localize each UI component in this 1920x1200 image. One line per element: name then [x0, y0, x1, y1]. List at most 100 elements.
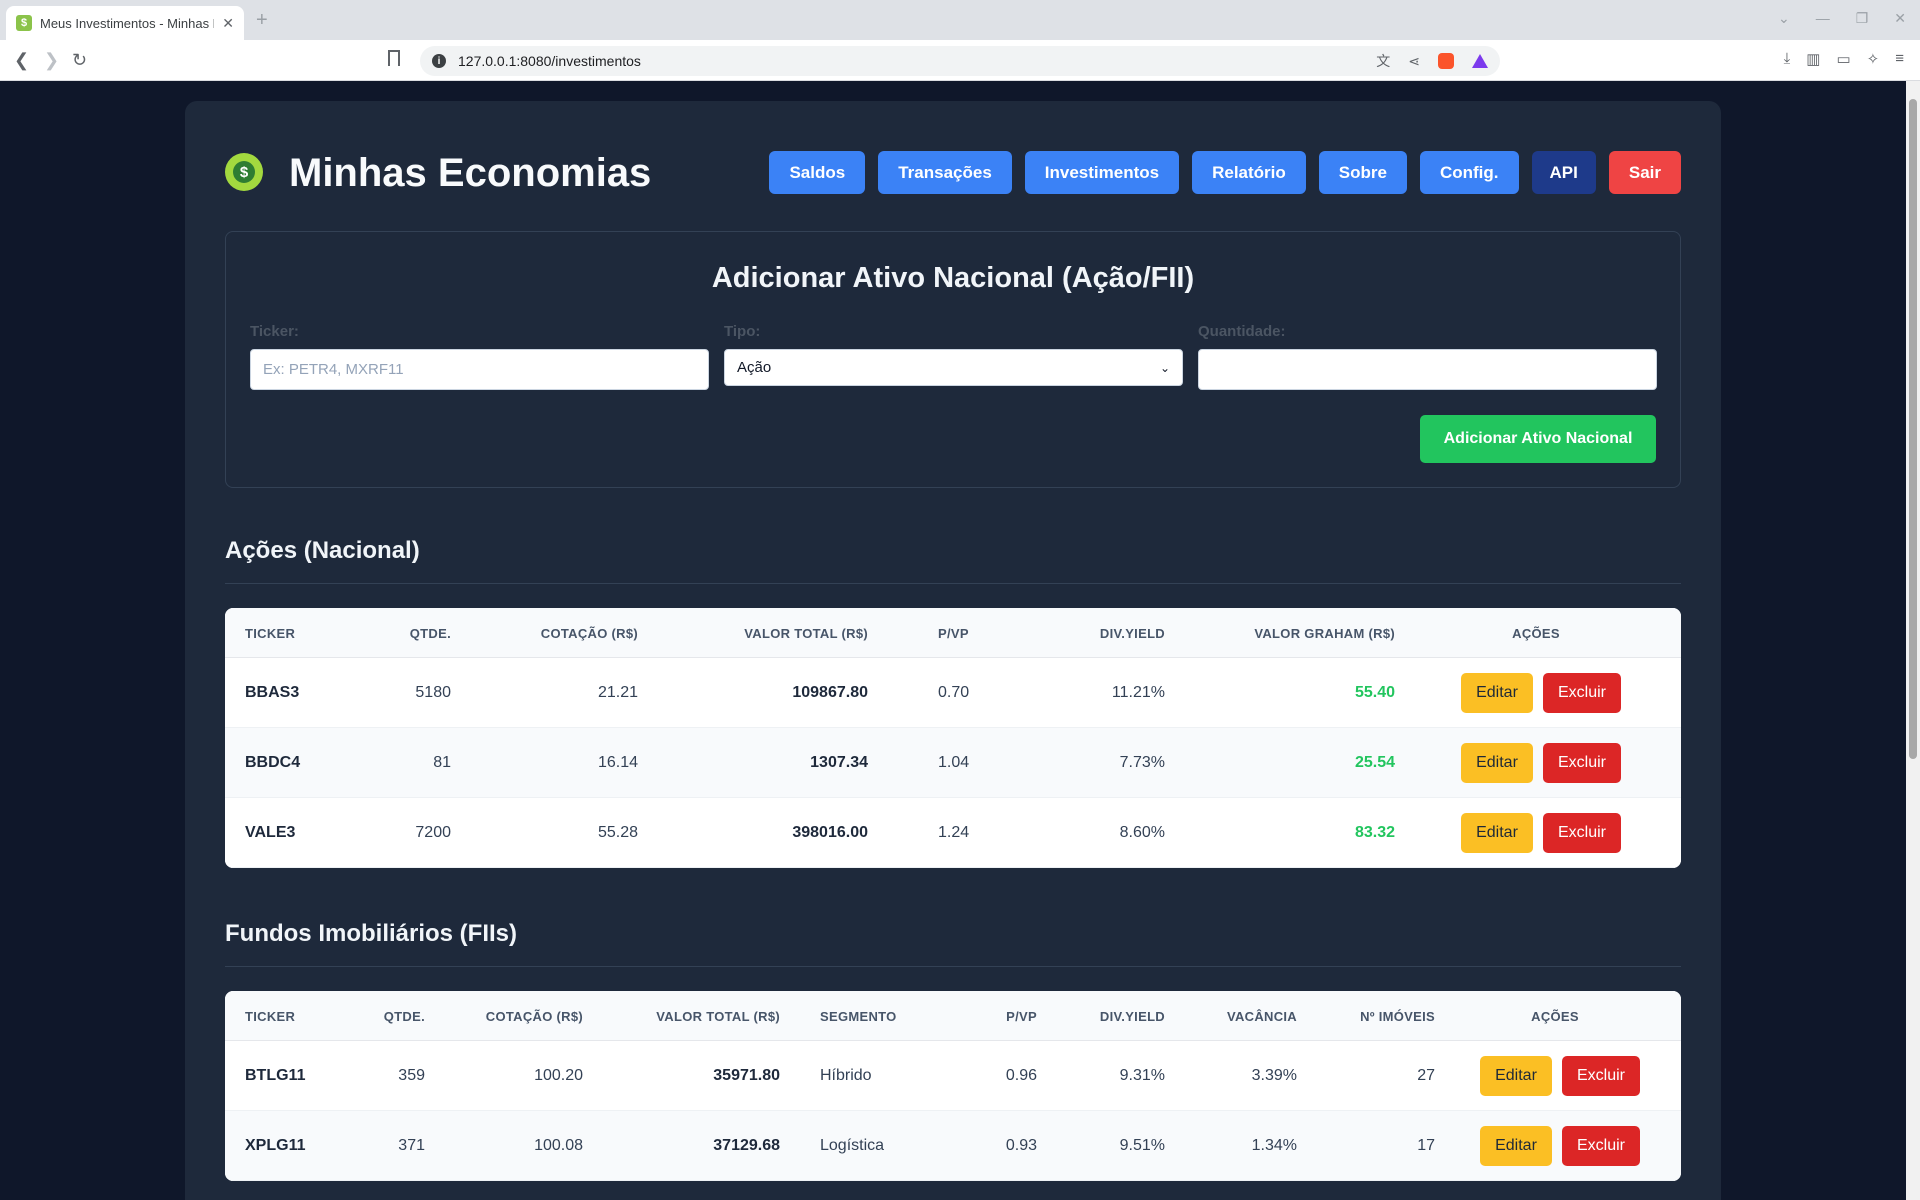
col-ticker: TICKER — [245, 1008, 296, 1024]
table-row: XPLG11 371 100.08 37129.68 Logística 0.9… — [225, 1111, 1681, 1181]
cell-vacancia: 3.39% — [1251, 1067, 1297, 1084]
cell-qtde: 81 — [433, 754, 451, 771]
main-container: $ Minhas Economias Saldos Transações Inv… — [185, 101, 1721, 1200]
table-row: BBAS3 5180 21.21 109867.80 0.70 11.21% 5… — [225, 658, 1681, 728]
acoes-section-title: Ações (Nacional) — [225, 537, 420, 564]
col-acoes: AÇÕES — [1512, 625, 1560, 641]
cell-qtde: 371 — [398, 1137, 425, 1154]
col-valor-total: VALOR TOTAL (R$) — [656, 1008, 780, 1024]
edit-button[interactable]: Editar — [1480, 1056, 1552, 1096]
add-asset-button[interactable]: Adicionar Ativo Nacional — [1420, 415, 1656, 463]
col-qtde: QTDE. — [409, 625, 451, 641]
row-actions: Editar Excluir — [1461, 658, 1621, 728]
delete-button[interactable]: Excluir — [1562, 1126, 1640, 1166]
logo-icon: $ — [225, 153, 263, 191]
brave-shields-icon[interactable] — [1438, 53, 1454, 69]
nav-sobre[interactable]: Sobre — [1318, 151, 1407, 194]
delete-button[interactable]: Excluir — [1543, 813, 1621, 853]
delete-button[interactable]: Excluir — [1543, 673, 1621, 713]
cell-vacancia: 1.34% — [1251, 1137, 1297, 1154]
restore-icon[interactable]: ❐ — [1856, 10, 1869, 27]
cell-cotacao: 21.21 — [597, 684, 638, 701]
nav-saldos[interactable]: Saldos — [769, 151, 866, 194]
leo-icon[interactable]: ✧ — [1867, 50, 1880, 68]
col-valor-total: VALOR TOTAL (R$) — [744, 625, 868, 641]
page: $ Minhas Economias Saldos Transações Inv… — [0, 81, 1920, 1200]
delete-button[interactable]: Excluir — [1562, 1056, 1640, 1096]
cell-segmento: Logística — [820, 1137, 885, 1154]
nav-config[interactable]: Config. — [1419, 151, 1519, 194]
new-tab-icon[interactable]: + — [256, 9, 268, 32]
rewards-icon[interactable] — [1472, 54, 1488, 68]
section-divider — [225, 966, 1681, 967]
edit-button[interactable]: Editar — [1480, 1126, 1552, 1166]
quantidade-input[interactable] — [1198, 349, 1657, 390]
tab-close-icon[interactable]: ✕ — [222, 15, 234, 32]
cell-valor-total: 35971.80 — [713, 1067, 780, 1084]
forward-icon[interactable]: ❯ — [44, 50, 59, 71]
page-scrollbar[interactable] — [1906, 81, 1920, 1200]
cell-valor-total: 1307.34 — [810, 754, 868, 771]
cell-ticker: XPLG11 — [245, 1137, 306, 1154]
row-actions: Editar Excluir — [1480, 1041, 1640, 1111]
table-row: BBDC4 81 16.14 1307.34 1.04 7.73% 25.54 … — [225, 728, 1681, 798]
cell-ticker: BBDC4 — [245, 754, 301, 771]
site-info-icon[interactable]: i — [432, 54, 446, 68]
menu-icon[interactable]: ≡ — [1895, 50, 1904, 68]
download-icon[interactable]: ⤓ — [1784, 50, 1791, 68]
scrollbar-thumb[interactable] — [1909, 99, 1917, 759]
section-divider — [225, 583, 1681, 584]
edit-button[interactable]: Editar — [1461, 743, 1533, 783]
ticker-input[interactable]: Ex: PETR4, MXRF11 — [250, 349, 709, 390]
translate-icon[interactable]: 文 — [1376, 51, 1390, 71]
share-icon[interactable]: ⋖ — [1408, 53, 1420, 70]
minimize-icon[interactable]: — — [1816, 10, 1830, 27]
address-bar[interactable]: i 127.0.0.1:8080/investimentos 文 ⋖ — [420, 46, 1500, 76]
wallet-icon[interactable]: ▭ — [1836, 50, 1850, 68]
col-graham: VALOR GRAHAM (R$) — [1254, 625, 1395, 641]
table-row: BTLG11 359 100.20 35971.80 Híbrido 0.96 … — [225, 1041, 1681, 1111]
cell-imoveis: 17 — [1417, 1137, 1435, 1154]
tipo-select-value: Ação — [737, 359, 772, 376]
cell-div-yield: 11.21% — [1111, 684, 1165, 701]
edit-button[interactable]: Editar — [1461, 673, 1533, 713]
sidebar-icon[interactable]: ▥ — [1806, 50, 1820, 68]
col-cotacao: COTAÇÃO (R$) — [540, 625, 638, 641]
cell-ticker: VALE3 — [245, 824, 296, 841]
cell-qtde: 359 — [398, 1067, 425, 1084]
cell-div-yield: 7.73% — [1119, 754, 1165, 771]
ticker-label: Ticker: — [250, 323, 299, 340]
add-asset-form: Adicionar Ativo Nacional (Ação/FII) Tick… — [225, 231, 1681, 488]
quantidade-field: Quantidade: — [1198, 323, 1657, 390]
col-imoveis: Nº IMÓVEIS — [1360, 1008, 1435, 1024]
col-segmento: SEGMENTO — [820, 1008, 897, 1024]
back-icon[interactable]: ❮ — [14, 50, 29, 71]
nav-transacoes[interactable]: Transações — [878, 151, 1012, 194]
fiis-section-title: Fundos Imobiliários (FIIs) — [225, 920, 518, 947]
bookmark-icon[interactable] — [388, 50, 400, 66]
delete-button[interactable]: Excluir — [1543, 743, 1621, 783]
nav-investimentos[interactable]: Investimentos — [1024, 151, 1180, 194]
url-text[interactable]: 127.0.0.1:8080/investimentos — [458, 53, 1376, 69]
window-controls: ⌄ — ❐ ✕ — [1778, 10, 1906, 27]
app-header: $ Minhas Economias Saldos Transações Inv… — [225, 149, 1681, 197]
table-row: VALE3 7200 55.28 398016.00 1.24 8.60% 83… — [225, 798, 1681, 868]
col-vacancia: VACÂNCIA — [1226, 1008, 1297, 1024]
reload-icon[interactable]: ↻ — [72, 50, 87, 71]
edit-button[interactable]: Editar — [1461, 813, 1533, 853]
logout-button[interactable]: Sair — [1608, 151, 1681, 194]
favicon-icon: $ — [16, 15, 32, 31]
tipo-select[interactable]: Ação ⌄ — [724, 349, 1183, 386]
cell-segmento: Híbrido — [820, 1067, 872, 1084]
tab-list-chevron-icon[interactable]: ⌄ — [1778, 10, 1790, 27]
browser-tab[interactable]: $ Meus Investimentos - Minhas Economias … — [6, 6, 244, 40]
form-title: Adicionar Ativo Nacional (Ação/FII) — [711, 262, 1195, 294]
row-actions: Editar Excluir — [1480, 1111, 1640, 1181]
cell-div-yield: 8.60% — [1119, 824, 1165, 841]
cell-pvp: 0.93 — [1005, 1137, 1037, 1154]
tab-title: Meus Investimentos - Minhas Economias — [40, 15, 214, 31]
nav-api[interactable]: API — [1531, 151, 1596, 194]
close-window-icon[interactable]: ✕ — [1894, 10, 1906, 27]
nav-relatorio[interactable]: Relatório — [1192, 151, 1306, 194]
browser-actions: ⤓ ▥ ▭ ✧ ≡ — [1784, 50, 1904, 68]
